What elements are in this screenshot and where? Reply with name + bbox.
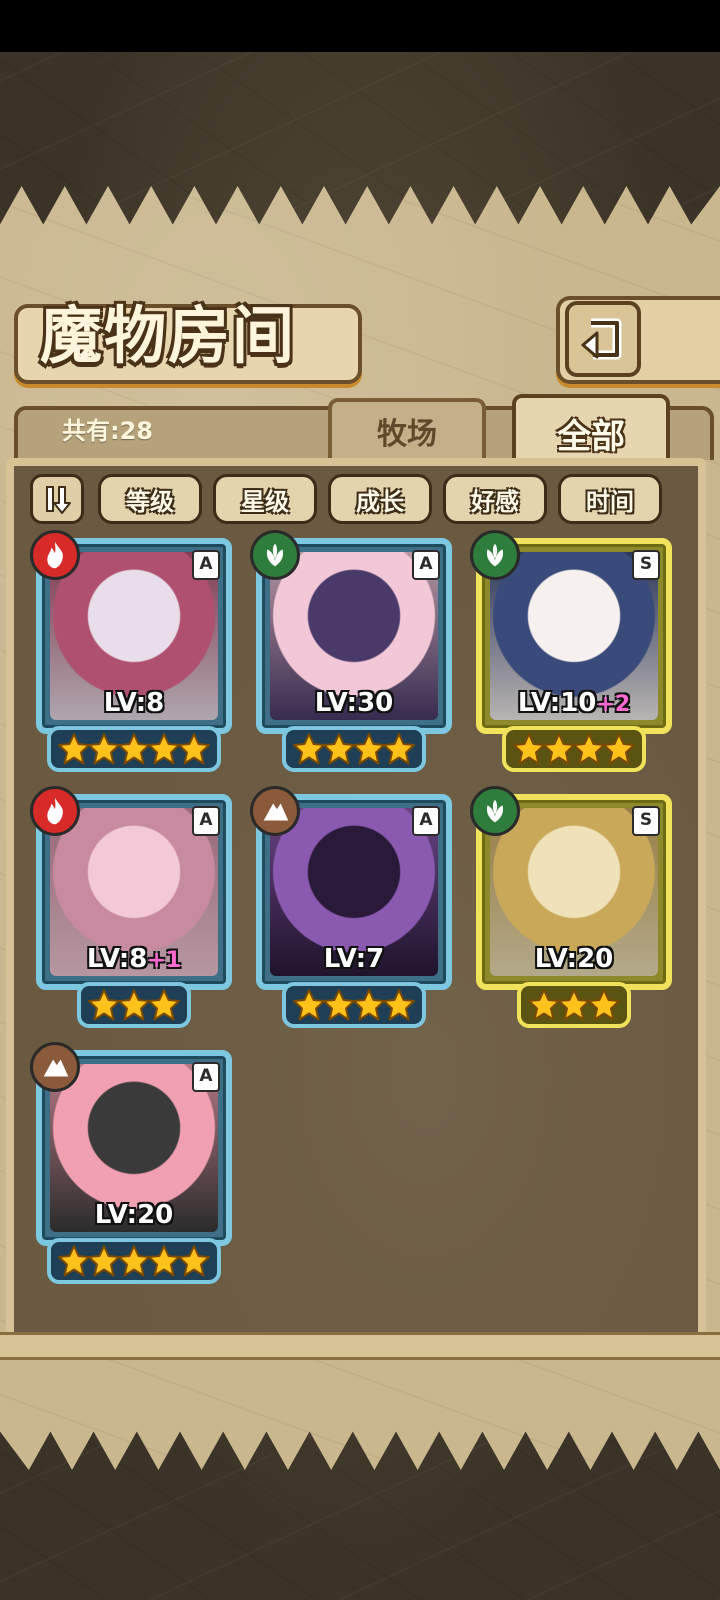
rank-badge: A bbox=[412, 806, 440, 836]
level-text: LV:20 bbox=[94, 1200, 174, 1230]
star-icon bbox=[603, 733, 635, 765]
star-icon bbox=[118, 989, 150, 1021]
fire-element-icon bbox=[30, 530, 80, 580]
rank-badge: S bbox=[632, 550, 660, 580]
star-icon bbox=[88, 733, 120, 765]
level-text: LV:7 bbox=[323, 944, 385, 974]
nature-element-icon bbox=[250, 530, 300, 580]
monster-level: LV:10+2 bbox=[474, 688, 674, 718]
star-icon bbox=[573, 733, 605, 765]
level-text: LV:8 bbox=[86, 944, 148, 974]
level-text: LV:20 bbox=[534, 944, 614, 974]
star-icon bbox=[513, 733, 545, 765]
rank-badge: A bbox=[192, 550, 220, 580]
panel-bottom-border bbox=[0, 1332, 720, 1360]
level-text: LV:8 bbox=[103, 688, 165, 718]
star-icon bbox=[383, 989, 415, 1021]
level-bonus: +1 bbox=[147, 948, 182, 973]
star-icon bbox=[118, 733, 150, 765]
nature-element-icon bbox=[470, 786, 520, 836]
sort-bar: 等级 星级 成长 好感 时间 bbox=[30, 474, 694, 526]
star-icon bbox=[178, 1245, 210, 1277]
monster-count: 共有:28 bbox=[62, 417, 153, 445]
star-icon bbox=[323, 989, 355, 1021]
monster-level: LV:8 bbox=[34, 688, 234, 718]
monster-card[interactable]: A LV:8+1 bbox=[30, 786, 234, 1034]
page-title: 魔物房间 bbox=[40, 299, 297, 372]
monster-level: LV:7 bbox=[254, 944, 454, 974]
sort-by-growth-button[interactable]: 成长 bbox=[328, 474, 432, 524]
tab-all[interactable]: 全部 bbox=[512, 394, 670, 468]
star-rating bbox=[282, 726, 426, 772]
monster-level: LV:20 bbox=[34, 1200, 234, 1230]
star-rating bbox=[502, 726, 646, 772]
star-icon bbox=[58, 733, 90, 765]
star-icon bbox=[293, 733, 325, 765]
monster-card[interactable]: A LV:20 bbox=[30, 1042, 234, 1290]
earth-element-icon bbox=[250, 786, 300, 836]
star-rating bbox=[47, 1238, 221, 1284]
star-icon bbox=[148, 733, 180, 765]
rank-badge: A bbox=[192, 806, 220, 836]
monster-level: LV:20 bbox=[474, 944, 674, 974]
star-icon bbox=[353, 733, 385, 765]
monster-card[interactable]: S LV:10+2 bbox=[470, 530, 674, 778]
level-bonus: +2 bbox=[596, 692, 631, 717]
star-icon bbox=[323, 733, 355, 765]
rank-badge: S bbox=[632, 806, 660, 836]
star-rating bbox=[282, 982, 426, 1028]
nature-element-icon bbox=[470, 530, 520, 580]
star-icon bbox=[558, 989, 590, 1021]
sort-by-affection-button[interactable]: 好感 bbox=[443, 474, 547, 524]
star-icon bbox=[383, 733, 415, 765]
rank-badge: A bbox=[192, 1062, 220, 1092]
star-icon bbox=[148, 989, 180, 1021]
monster-level: LV:30 bbox=[254, 688, 454, 718]
star-icon bbox=[588, 989, 620, 1021]
star-rating bbox=[47, 726, 221, 772]
sort-by-level-button[interactable]: 等级 bbox=[98, 474, 202, 524]
sort-by-time-button[interactable]: 时间 bbox=[558, 474, 662, 524]
star-icon bbox=[293, 989, 325, 1021]
star-icon bbox=[148, 1245, 180, 1277]
monster-card[interactable]: A LV:8 bbox=[30, 530, 234, 778]
star-icon bbox=[58, 1245, 90, 1277]
monster-level: LV:8+1 bbox=[34, 944, 234, 974]
star-rating bbox=[77, 982, 191, 1028]
fire-element-icon bbox=[30, 786, 80, 836]
monster-card[interactable]: A LV:30 bbox=[250, 530, 454, 778]
level-text: LV:30 bbox=[314, 688, 394, 718]
back-button[interactable] bbox=[565, 301, 641, 377]
star-icon bbox=[543, 733, 575, 765]
sort-order-toggle[interactable] bbox=[30, 474, 84, 524]
star-icon bbox=[353, 989, 385, 1021]
sort-by-stars-button[interactable]: 星级 bbox=[213, 474, 317, 524]
star-rating bbox=[517, 982, 631, 1028]
status-bar bbox=[0, 0, 720, 52]
star-icon bbox=[88, 1245, 120, 1277]
star-icon bbox=[178, 733, 210, 765]
level-text: LV:10 bbox=[517, 688, 597, 718]
star-icon bbox=[88, 989, 120, 1021]
tab-ranch[interactable]: 牧场 bbox=[328, 398, 486, 460]
earth-element-icon bbox=[30, 1042, 80, 1092]
star-icon bbox=[118, 1245, 150, 1277]
sort-order-icon bbox=[46, 486, 71, 514]
back-arrow-icon bbox=[581, 318, 622, 360]
monster-card[interactable]: S LV:20 bbox=[470, 786, 674, 1034]
monster-card[interactable]: A LV:7 bbox=[250, 786, 454, 1034]
star-icon bbox=[528, 989, 560, 1021]
rank-badge: A bbox=[412, 550, 440, 580]
